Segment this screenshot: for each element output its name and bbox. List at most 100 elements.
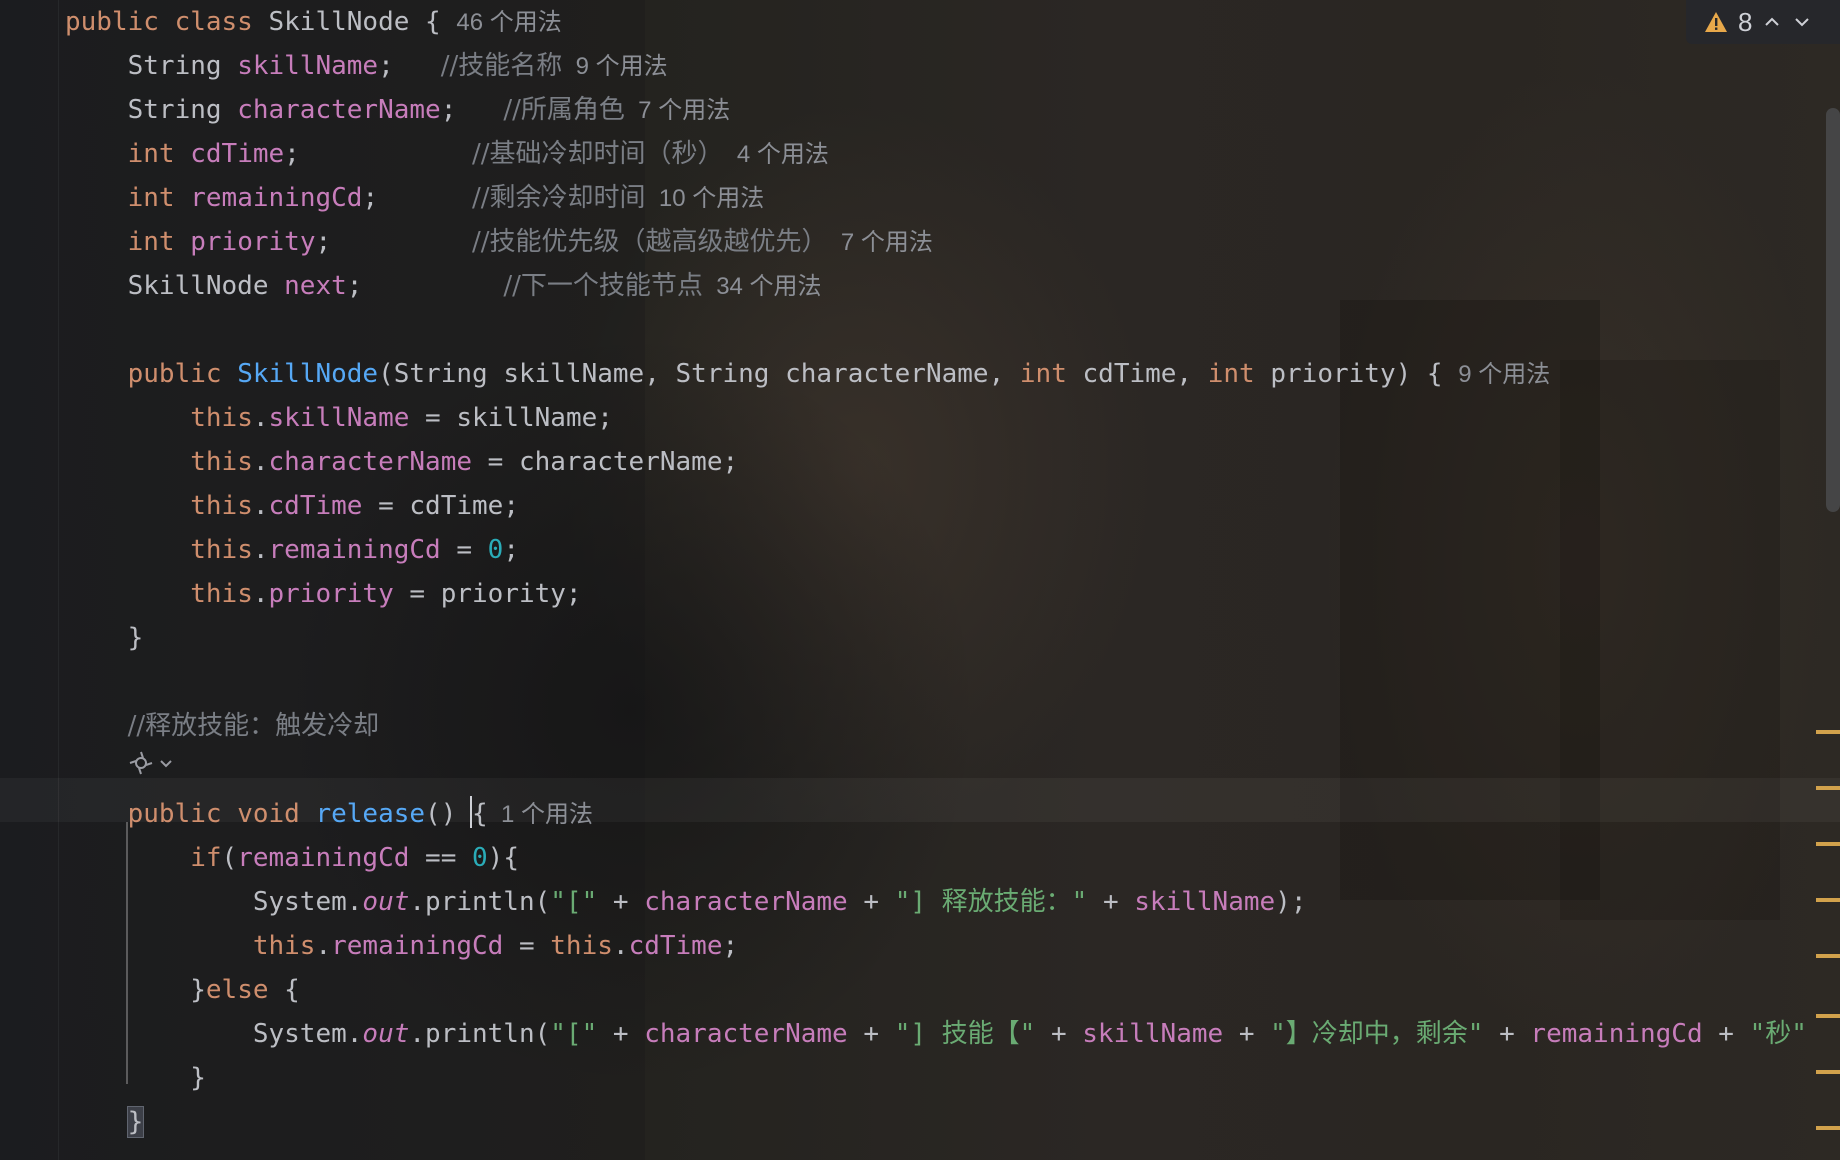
warning-count[interactable]: 8	[1738, 7, 1752, 38]
code-line-release-close[interactable]: }	[65, 1100, 145, 1144]
code-token: = skillName;	[409, 403, 613, 433]
code-field: skillName	[1082, 1019, 1224, 1049]
code-string: "["	[550, 887, 598, 917]
code-line-field-remainingcd[interactable]: int remainingCd; //剩余冷却时间 10 个用法	[65, 176, 765, 220]
error-stripe-marker[interactable]	[1816, 730, 1840, 734]
ai-hint-widget[interactable]	[128, 748, 174, 778]
code-line-ctor-decl[interactable]: public SkillNode(String skillName, Strin…	[65, 352, 1551, 396]
code-keyword: int	[1019, 359, 1067, 389]
code-line-ctor-skillname[interactable]: this.skillName = skillName;	[65, 396, 613, 440]
code-field: characterName	[237, 95, 441, 125]
chevron-down-icon	[160, 760, 172, 768]
code-field: characterName	[268, 447, 473, 477]
usage-count-hint[interactable]: 9 个用法	[562, 53, 668, 80]
code-token: ;	[722, 931, 739, 961]
code-token: .	[612, 931, 629, 961]
code-line-release-println-1[interactable]: System.out.println("[" + characterName +…	[65, 880, 1307, 924]
error-stripe-marker[interactable]	[1816, 1070, 1840, 1074]
code-token: .	[252, 447, 269, 477]
usage-count-hint[interactable]: 9 个用法	[1458, 361, 1550, 388]
code-comment: //技能名称	[440, 51, 563, 81]
code-method-name: release	[315, 799, 426, 829]
code-token: ;	[362, 183, 473, 213]
error-stripe-marker[interactable]	[1816, 786, 1840, 790]
usage-count-hint[interactable]: 7 个用法	[828, 229, 933, 256]
code-editor[interactable]: public class SkillNode { 46 个用法 String s…	[0, 0, 1840, 1160]
code-token: String	[65, 95, 238, 125]
code-line-field-priority[interactable]: int priority; //技能优先级（越高级越优先） 7 个用法	[65, 220, 933, 264]
usage-count-hint[interactable]: 7 个用法	[625, 97, 730, 124]
code-token: System.	[65, 887, 363, 917]
code-token: }	[126, 1106, 145, 1138]
code-field: characterName	[644, 887, 848, 917]
code-keyword: int	[1207, 359, 1255, 389]
code-line-field-next[interactable]: SkillNode next; //下一个技能节点 34 个用法	[65, 264, 822, 308]
code-token: ;	[503, 535, 519, 565]
code-line-ctor-priority[interactable]: this.priority = priority;	[65, 572, 582, 616]
code-line-release-assign[interactable]: this.remainingCd = this.cdTime;	[65, 924, 738, 968]
usage-count-hint[interactable]: 1 个用法	[488, 801, 593, 828]
code-line-release-comment[interactable]: //释放技能：触发冷却	[65, 704, 380, 748]
usage-count-hint[interactable]: 4 个用法	[724, 141, 829, 168]
code-token: ==	[409, 843, 473, 873]
code-token: ;	[315, 227, 473, 257]
code-token: = priority;	[393, 579, 582, 609]
code-line-release-decl[interactable]: public void release() { 1 个用法	[65, 792, 593, 836]
error-stripe-marker[interactable]	[1816, 842, 1840, 846]
code-line-release-println-2[interactable]: System.out.println("[" + characterName +…	[65, 1012, 1807, 1056]
code-token: {	[472, 799, 488, 829]
code-token: }	[65, 975, 206, 1005]
code-keyword: public void	[127, 799, 300, 829]
code-comment: //所属角色	[503, 95, 625, 125]
inspection-widget[interactable]: 8	[1686, 0, 1840, 44]
code-token: +	[1035, 1019, 1083, 1049]
code-field: skillName	[1134, 887, 1276, 917]
code-comment: //技能优先级（越高级越优先）	[472, 227, 828, 257]
chevron-down-icon[interactable]	[1792, 12, 1812, 32]
code-line-field-skillname[interactable]: String skillName; //技能名称 9 个用法	[65, 44, 668, 88]
code-token: {	[268, 975, 300, 1005]
code-keyword: this	[190, 403, 253, 433]
usage-count-hint[interactable]: 46 个用法	[456, 9, 561, 36]
code-line-field-charactername[interactable]: String characterName; //所属角色 7 个用法	[65, 88, 731, 132]
usage-count-hint[interactable]: 10 个用法	[646, 185, 764, 212]
code-line-release-if-close[interactable]: }	[65, 1056, 206, 1100]
code-line-class-decl[interactable]: public class SkillNode { 46 个用法	[65, 0, 562, 44]
code-line-ctor-close[interactable]: }	[65, 616, 144, 660]
gutter-divider	[58, 0, 59, 1160]
code-field: remainingCd	[268, 535, 441, 565]
error-stripe-marker[interactable]	[1816, 954, 1840, 958]
code-line-ctor-charactername[interactable]: this.characterName = characterName;	[65, 440, 738, 484]
code-string: "】冷却中，剩余"	[1270, 1019, 1484, 1049]
code-line-ctor-remainingcd[interactable]: this.remainingCd = 0;	[65, 528, 519, 572]
vertical-scrollbar-thumb[interactable]	[1826, 108, 1840, 512]
code-field: remainingCd	[190, 183, 363, 213]
error-stripe-marker[interactable]	[1816, 1126, 1840, 1130]
code-line-field-cdtime[interactable]: int cdTime; //基础冷却时间（秒） 4 个用法	[65, 132, 829, 176]
code-line-ctor-cdtime[interactable]: this.cdTime = cdTime;	[65, 484, 519, 528]
code-static-field: out	[362, 1019, 410, 1049]
error-stripe-marker[interactable]	[1816, 898, 1840, 902]
code-token: +	[1483, 1019, 1531, 1049]
code-keyword: if	[190, 843, 222, 873]
code-line-release-if[interactable]: if(remainingCd == 0){	[65, 836, 519, 880]
code-field: cdTime	[268, 491, 363, 521]
code-string: "] 释放技能："	[894, 887, 1088, 917]
code-line-release-else[interactable]: }else {	[65, 968, 300, 1012]
code-token: (	[221, 843, 238, 873]
code-comment: //下一个技能节点	[503, 271, 703, 301]
code-token: .	[252, 491, 269, 521]
code-field: skillName	[237, 51, 379, 81]
error-stripe-marker[interactable]	[1816, 1014, 1840, 1018]
usage-count-hint[interactable]: 34 个用法	[703, 273, 821, 300]
chevron-up-icon[interactable]	[1762, 12, 1782, 32]
code-keyword: int	[127, 139, 175, 169]
